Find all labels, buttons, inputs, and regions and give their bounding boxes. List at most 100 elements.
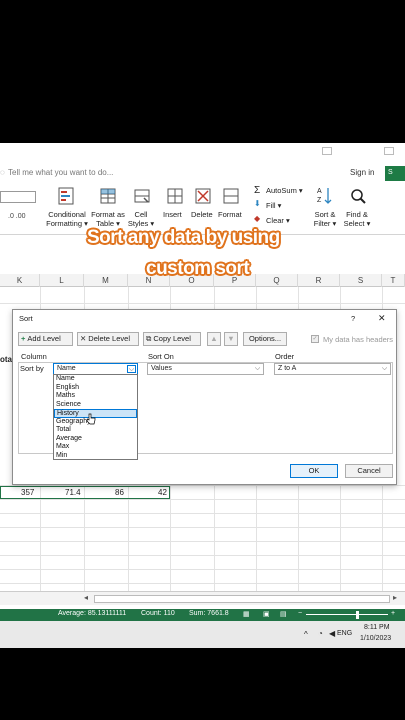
sort-filter-button[interactable]: Sort & Filter ▾ [308, 210, 342, 228]
selected-row[interactable]: 357 71.4 86 42 [0, 486, 170, 499]
order-header-label: Order [275, 352, 295, 361]
delete-button[interactable]: Delete [191, 210, 213, 219]
chevron-down-icon: ⌵ [381, 365, 388, 372]
delete-cells-icon[interactable] [194, 186, 212, 206]
clear-icon[interactable]: ◆ [254, 214, 260, 223]
list-item-name[interactable]: Name [54, 375, 137, 384]
column-header-l[interactable]: L [40, 274, 84, 287]
zoom-out-icon[interactable]: − [298, 610, 302, 617]
cell-total[interactable]: 357 [21, 488, 34, 497]
clock-date[interactable]: 1/10/2023 [360, 635, 391, 642]
network-icon[interactable]: ◔ [318, 629, 323, 638]
find-select-icon[interactable] [348, 186, 368, 206]
arrow-down-icon: ▼ [227, 334, 235, 343]
cell-average[interactable]: 71.4 [65, 488, 81, 497]
sf-label-1: Sort & [314, 210, 336, 219]
clock-time[interactable]: 8:11 PM [364, 624, 390, 631]
insert-button[interactable]: Insert [163, 210, 182, 219]
share-button[interactable]: S [385, 166, 405, 181]
conditional-formatting-button[interactable]: Conditional Formatting ▾ [44, 210, 90, 228]
options-button[interactable]: Options... [243, 332, 287, 346]
cell-styles-icon[interactable] [132, 186, 152, 206]
language-indicator[interactable]: ENG [337, 630, 352, 637]
list-item-total[interactable]: Total [54, 426, 137, 435]
maximize-icon[interactable] [384, 147, 394, 155]
sort-filter-icon[interactable]: AZ [316, 185, 336, 207]
fill-icon[interactable]: ⬇ [254, 199, 261, 208]
add-level-button[interactable]: + Add Level [18, 332, 73, 346]
restore-icon[interactable] [322, 147, 332, 155]
decimal-icon[interactable]: .0 .00 [8, 213, 26, 220]
grid-line [0, 583, 405, 584]
cell-min[interactable]: 42 [158, 488, 167, 497]
sort-dialog: Sort ? ✕ + Add Level ✕ Delete Level ⧉ Copy … [12, 309, 397, 485]
ok-label: OK [308, 466, 320, 475]
list-item-max[interactable]: Max [54, 443, 137, 452]
move-down-button[interactable]: ▼ [224, 332, 238, 346]
column-header-label: Column [21, 352, 47, 361]
column-header-m[interactable]: M [84, 274, 128, 287]
list-item-min[interactable]: Min [54, 452, 137, 461]
format-as-table-icon[interactable] [98, 186, 118, 206]
cell-max[interactable]: 86 [115, 488, 124, 497]
partial-total-header: ota [0, 355, 12, 364]
excel-window: ◌ Tell me what you want to do... Sign in… [0, 143, 405, 648]
sort-on-select[interactable]: Values ⌵ [147, 363, 264, 375]
column-header-t[interactable]: T [382, 274, 405, 287]
help-button[interactable]: ? [351, 314, 355, 323]
status-bar: Average: 85.13111111 Count: 110 Sum: 766… [0, 609, 405, 621]
list-item-maths[interactable]: Maths [54, 392, 137, 401]
close-icon[interactable]: ✕ [378, 313, 386, 324]
check-icon: ✓ [312, 336, 318, 342]
list-item-science[interactable]: Science [54, 401, 137, 410]
normal-view-icon[interactable]: ▦ [243, 610, 250, 618]
sign-in-link[interactable]: Sign in [350, 168, 374, 177]
cancel-button[interactable]: Cancel [345, 464, 393, 478]
scroll-left-icon[interactable]: ◂ [84, 593, 88, 602]
list-item-average[interactable]: Average [54, 435, 137, 444]
order-select[interactable]: Z to A ⌵ [274, 363, 391, 375]
volume-icon[interactable]: ◀ [329, 629, 335, 638]
number-format-dropdown[interactable] [0, 191, 36, 203]
fill-button[interactable]: Fill ▾ [266, 201, 281, 210]
my-data-headers-label: My data has headers [323, 335, 394, 344]
format-as-table-button[interactable]: Format as Table ▾ [88, 210, 128, 228]
my-data-headers-checkbox[interactable]: ✓ [311, 335, 319, 343]
scroll-right-icon[interactable]: ▸ [393, 593, 397, 602]
chevron-up-icon[interactable]: ^ [304, 630, 308, 639]
list-item-english[interactable]: English [54, 384, 137, 393]
options-label: Options... [248, 334, 282, 343]
arrow-up-icon: ▲ [210, 334, 218, 343]
find-select-button[interactable]: Find & Select ▾ [340, 210, 374, 228]
clear-button[interactable]: Clear ▾ [266, 216, 290, 225]
ok-button[interactable]: OK [290, 464, 338, 478]
conditional-formatting-icon[interactable] [56, 186, 76, 206]
column-header-k[interactable]: K [0, 274, 40, 287]
zoom-in-icon[interactable]: + [391, 610, 395, 617]
insert-cells-icon[interactable] [166, 186, 184, 206]
copy-level-button[interactable]: ⧉ Copy Level [143, 332, 201, 346]
page-break-icon[interactable]: ▤ [280, 610, 287, 618]
horizontal-scrollbar[interactable] [94, 595, 390, 603]
column-header-r[interactable]: R [298, 274, 340, 287]
page-layout-icon[interactable]: ▣ [263, 610, 270, 618]
move-up-button[interactable]: ▲ [207, 332, 221, 346]
cell-styles-button[interactable]: Cell Styles ▾ [124, 210, 158, 228]
copy-level-label: Copy Level [153, 334, 191, 343]
autosum-button[interactable]: AutoSum ▾ [266, 186, 303, 195]
windows-taskbar: ^ ◔ ◀ ENG 8:11 PM 1/10/2023 [0, 621, 405, 648]
fs-label-1: Find & [346, 210, 368, 219]
cancel-label: Cancel [357, 466, 381, 475]
autosum-icon[interactable]: Σ [254, 185, 260, 196]
svg-text:Z: Z [317, 197, 322, 204]
tell-me-search[interactable]: Tell me what you want to do... [8, 168, 113, 177]
format-cells-icon[interactable] [222, 186, 240, 206]
zoom-slider[interactable] [306, 614, 388, 615]
delete-level-button[interactable]: ✕ Delete Level [77, 332, 139, 346]
format-button[interactable]: Format [218, 210, 242, 219]
column-header-q[interactable]: Q [256, 274, 298, 287]
tell-me-row: ◌ Tell me what you want to do... Sign in… [0, 165, 405, 183]
column-header-s[interactable]: S [340, 274, 382, 287]
caption-line-2: custom sort [146, 258, 250, 279]
zoom-slider-thumb[interactable] [356, 611, 359, 619]
